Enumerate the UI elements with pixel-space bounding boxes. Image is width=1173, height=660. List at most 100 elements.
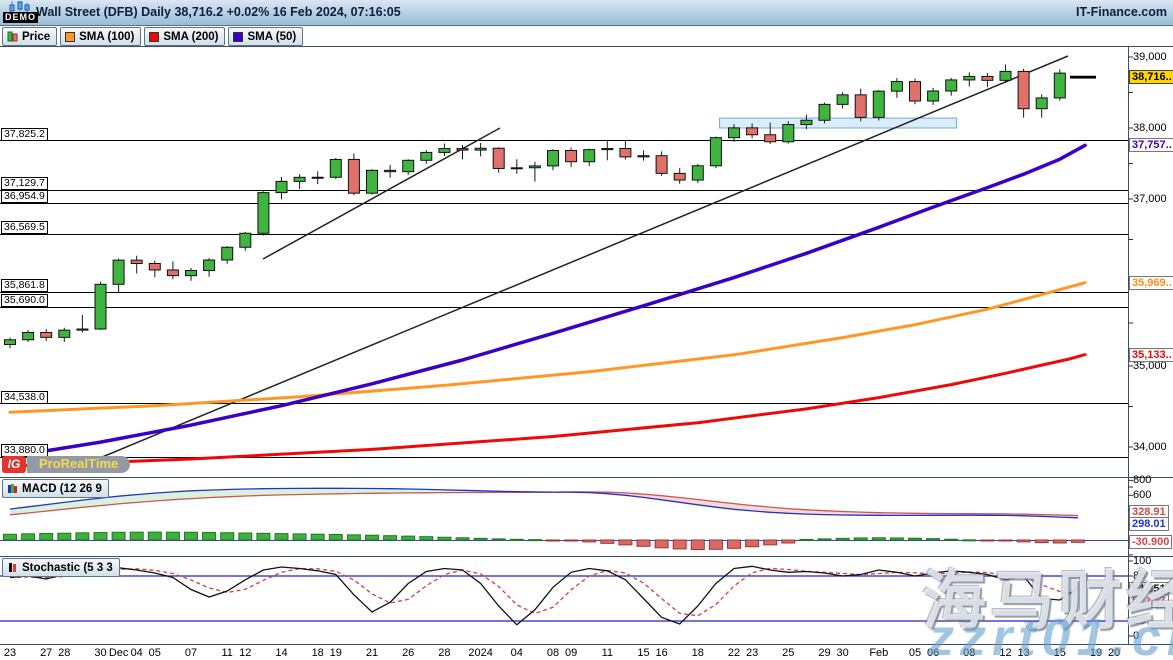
stoch-k-line (10, 566, 1078, 625)
macd-hist-bar (673, 540, 686, 549)
macd-hist-bar (293, 534, 306, 540)
macd-hist-bar (528, 540, 541, 541)
macd-hist-bar (148, 532, 161, 540)
macd-hist-bar (257, 533, 270, 540)
price-value-box: 37,757.. (1129, 138, 1173, 152)
date-axis-label: 18 (312, 647, 324, 659)
date-axis-label: 21 (366, 647, 378, 659)
date-axis-label: Dec (109, 647, 129, 659)
level-price-label: 37,825.2 (1, 128, 48, 141)
sma50-line (10, 145, 1085, 456)
candle-body (729, 128, 740, 138)
candle-body (1018, 71, 1029, 108)
sma100-line (10, 283, 1085, 413)
stoch-axis-label: 20 (1133, 615, 1145, 627)
ig-logo: IG (2, 456, 26, 473)
macd-hist-bar (438, 537, 451, 540)
macd-hist-bar (4, 534, 17, 540)
macd-hist-bar (728, 540, 741, 548)
stochastic-panel (0, 566, 1128, 625)
date-axis-label: 19 (330, 647, 342, 659)
date-axis-label: 04 (511, 647, 523, 659)
candle-body (710, 138, 721, 166)
level-price-label: 35,690.0 (1, 294, 48, 307)
panel-frames (0, 47, 1173, 650)
macd-hist-bar (565, 540, 578, 541)
macd-hist-bar (166, 532, 179, 540)
trendline (263, 128, 500, 259)
macd-hist-bar (927, 539, 940, 540)
macd-hist-bar (583, 540, 596, 542)
candle-body (602, 149, 613, 150)
macd-hist-bar (384, 536, 397, 540)
stochastic-icon (7, 562, 18, 573)
macd-hist-bar (601, 540, 614, 543)
candle-body (240, 233, 251, 247)
date-axis-label: 15 (637, 647, 649, 659)
macd-axis-label: 600 (1133, 489, 1151, 501)
macd-hist-bar (311, 534, 324, 540)
price-axis-label: 34,000 (1133, 441, 1167, 453)
macd-hist-bar (329, 534, 342, 540)
macd-hist-bar (999, 540, 1012, 541)
candle-body (674, 173, 685, 180)
macd-label-chip[interactable]: MACD (12 26 9 (2, 479, 109, 498)
candle-body (837, 95, 848, 105)
macd-hist-bar (764, 540, 777, 545)
macd-hist-bar (239, 533, 252, 540)
macd-hist-bar (854, 538, 867, 540)
stoch-axis-label: 80 (1133, 570, 1145, 582)
macd-hist-bar (456, 538, 469, 540)
candle-body (330, 159, 341, 177)
candle-body (95, 284, 106, 329)
date-axis-label: 30 (836, 647, 848, 659)
candle-body (928, 91, 939, 101)
date-axis-label: 19 (1090, 647, 1102, 659)
last-price-dash (1070, 76, 1096, 79)
macd-hist-bar (709, 540, 722, 549)
date-axis-label: 07 (185, 647, 197, 659)
candle-body (819, 104, 830, 120)
macd-icon (7, 483, 18, 494)
candle-body (59, 330, 70, 337)
price-axis-label: 37,000 (1133, 193, 1167, 205)
candle-body (41, 332, 52, 337)
macd-hist-bar (872, 538, 885, 540)
macd-hist-bar (58, 533, 71, 540)
candle-body (23, 332, 34, 339)
chart-canvas[interactable] (0, 0, 1173, 660)
candle-body (348, 159, 359, 193)
date-axis-label: 18 (692, 647, 704, 659)
macd-hist-bar (909, 538, 922, 540)
macd-hist-bar (275, 534, 288, 540)
candle-body (620, 149, 631, 157)
stoch-axis-label: 100 (1133, 555, 1151, 567)
macd-hist-bar (637, 540, 650, 546)
date-axis-label: 04 (131, 647, 143, 659)
date-axis-label: 28 (58, 647, 70, 659)
macd-panel (0, 488, 1128, 549)
date-axis-label: 23 (746, 647, 758, 659)
macd-hist-bar (963, 540, 976, 541)
date-axis-label: 25 (782, 647, 794, 659)
date-axis-label: 26 (402, 647, 414, 659)
stoch-value-box: 52.647 (1129, 594, 1169, 608)
macd-hist-bar (221, 533, 234, 540)
candle-body (529, 166, 540, 168)
candle-body (222, 247, 233, 260)
candle-body (258, 193, 269, 234)
candle-body (131, 260, 142, 263)
candle-body (403, 160, 414, 171)
date-axis-label: 30 (94, 647, 106, 659)
macd-axis-label: 800 (1133, 474, 1151, 486)
macd-hist-bar (94, 533, 107, 540)
time-axis[interactable] (0, 645, 1173, 660)
price-panel (0, 56, 1128, 466)
macd-hist-bar (347, 535, 360, 540)
date-axis-label: 12 (239, 647, 251, 659)
macd-hist-bar (890, 538, 903, 540)
candle-body (801, 120, 812, 124)
stochastic-label-chip[interactable]: Stochastic (5 3 3 (2, 558, 120, 577)
price-value-box: 35,969.. (1129, 276, 1173, 290)
macd-hist-bar (746, 540, 759, 547)
